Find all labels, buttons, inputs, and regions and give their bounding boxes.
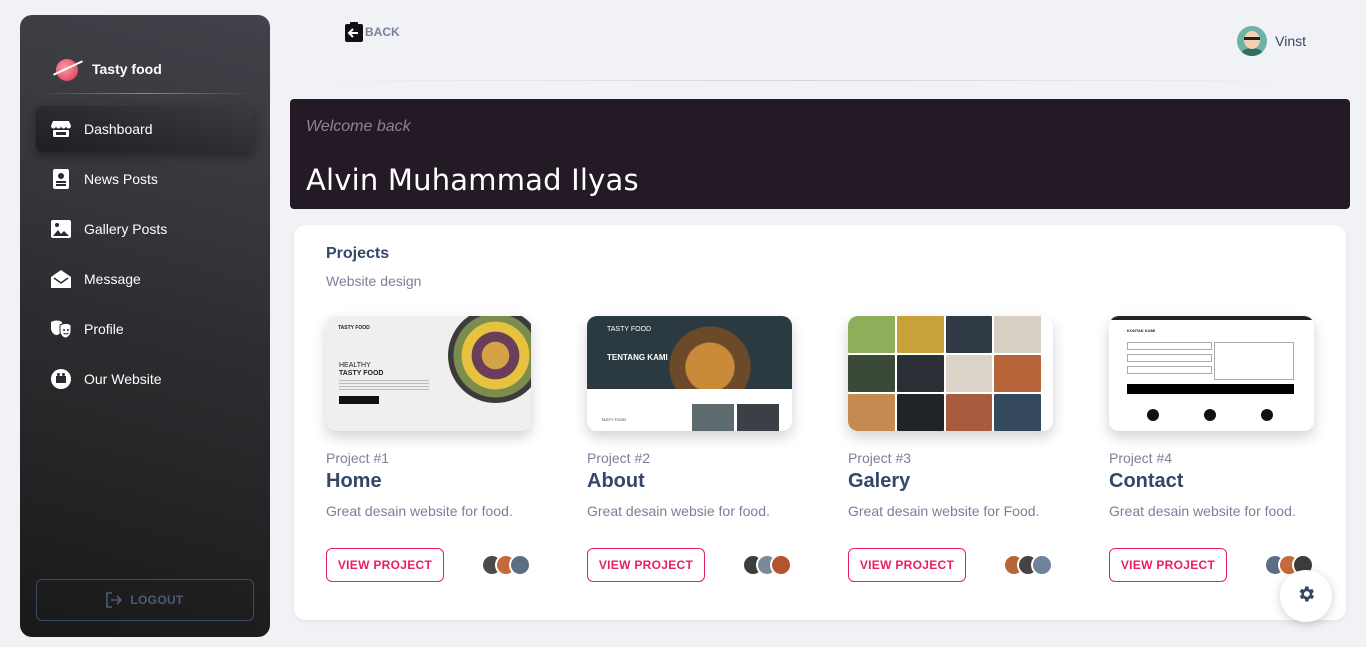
team-avatars	[1003, 554, 1053, 578]
project-thumbnail[interactable]: TASTY FOOD HEALTHY TASTY FOOD	[326, 316, 531, 431]
avatar[interactable]	[1031, 554, 1053, 576]
welcome-user-name: Alvin Muhammad Ilyas	[306, 163, 639, 197]
avatar[interactable]	[509, 554, 531, 576]
sidebar-item-message[interactable]: Message	[36, 256, 254, 302]
image-icon	[50, 218, 72, 240]
logout-icon	[106, 592, 123, 608]
project-description: Great desain website for food.	[1109, 503, 1296, 519]
thumb-heading: KONTAK KAMI	[1127, 328, 1156, 333]
logout-button[interactable]: LOGOUT	[36, 579, 254, 621]
sidebar-item-label: Dashboard	[84, 121, 153, 137]
project-card-contact: KONTAK KAMI Project #4 Contact Great des…	[1109, 316, 1314, 582]
welcome-banner: Welcome back Alvin Muhammad Ilyas	[290, 99, 1350, 209]
project-thumbnail[interactable]: KONTAK KAMI	[1109, 316, 1314, 431]
logout-label: LOGOUT	[130, 593, 184, 607]
project-thumbnail[interactable]	[848, 316, 1053, 431]
projects-subtitle: Website design	[326, 273, 422, 289]
sidebar-item-label: Profile	[84, 321, 124, 337]
team-avatars	[742, 554, 792, 578]
sidebar-item-dashboard[interactable]: Dashboard	[36, 106, 254, 152]
thumb-headline: HEALTHY TASTY FOOD	[339, 362, 384, 377]
contact-card-icon	[50, 168, 72, 190]
sidebar-item-label: Our Website	[84, 371, 162, 387]
web-icon	[50, 368, 72, 390]
project-number: Project #2	[587, 450, 651, 466]
brand-name: Tasty food	[92, 61, 162, 77]
sidebar-nav: Dashboard News Posts Gallery Posts Messa…	[20, 106, 270, 402]
gear-icon	[1296, 584, 1316, 609]
settings-button[interactable]	[1280, 570, 1332, 622]
project-name: Contact	[1109, 470, 1184, 492]
header-divider	[290, 80, 1320, 81]
view-project-button[interactable]: VIEW PROJECT	[1109, 548, 1227, 582]
sidebar-item-profile[interactable]: Profile	[36, 306, 254, 352]
projects-card: Projects Website design TASTY FOOD HEALT…	[294, 225, 1346, 620]
project-card-about: TASTY FOOD TENTANG KAMI TASTY FOOD Proje…	[587, 316, 792, 582]
thumb-heading: TENTANG KAMI	[607, 353, 668, 362]
sidebar: Tasty food Dashboard News Posts Gallery …	[20, 15, 270, 637]
sidebar-item-label: Message	[84, 271, 141, 287]
sidebar-item-gallery-posts[interactable]: Gallery Posts	[36, 206, 254, 252]
masks-icon	[50, 318, 72, 340]
projects-title: Projects	[326, 245, 390, 262]
sidebar-divider	[36, 93, 254, 94]
project-description: Great desain website for Food.	[848, 503, 1040, 519]
project-card-galery: Project #3 Galery Great desain website f…	[848, 316, 1053, 582]
sidebar-item-our-website[interactable]: Our Website	[36, 356, 254, 402]
team-avatars	[481, 554, 531, 578]
avatar	[1237, 26, 1268, 56]
clipboard-back-icon	[345, 22, 363, 42]
project-card-home: TASTY FOOD HEALTHY TASTY FOOD Project #1 …	[326, 316, 531, 582]
user-name: Vinst	[1275, 33, 1306, 49]
back-button[interactable]: BACK	[345, 22, 400, 42]
project-name: About	[587, 470, 645, 492]
project-name: Home	[326, 470, 382, 492]
welcome-subtitle: Welcome back	[306, 118, 411, 135]
avatar[interactable]	[770, 554, 792, 576]
brand-logo-icon	[52, 57, 84, 81]
project-description: Great desain websie for food.	[587, 503, 770, 519]
project-description: Great desain website for food.	[326, 503, 513, 519]
envelope-open-icon	[50, 268, 72, 290]
back-label: BACK	[365, 25, 400, 39]
project-name: Galery	[848, 470, 911, 492]
sidebar-item-news-posts[interactable]: News Posts	[36, 156, 254, 202]
thumb-footer: TASTY FOOD	[601, 417, 627, 422]
project-number: Project #3	[848, 450, 912, 466]
view-project-button[interactable]: VIEW PROJECT	[848, 548, 966, 582]
project-number: Project #4	[1109, 450, 1173, 466]
store-icon	[50, 118, 72, 140]
sidebar-item-label: News Posts	[84, 171, 158, 187]
thumb-brand: TASTY FOOD	[338, 325, 370, 331]
project-thumbnail[interactable]: TASTY FOOD TENTANG KAMI TASTY FOOD	[587, 316, 792, 431]
view-project-button[interactable]: VIEW PROJECT	[587, 548, 705, 582]
brand[interactable]: Tasty food	[20, 15, 270, 93]
sidebar-item-label: Gallery Posts	[84, 221, 168, 237]
user-menu[interactable]: Vinst	[1237, 26, 1306, 56]
project-number: Project #1	[326, 450, 390, 466]
thumb-brand: TASTY FOOD	[607, 326, 652, 333]
view-project-button[interactable]: VIEW PROJECT	[326, 548, 444, 582]
